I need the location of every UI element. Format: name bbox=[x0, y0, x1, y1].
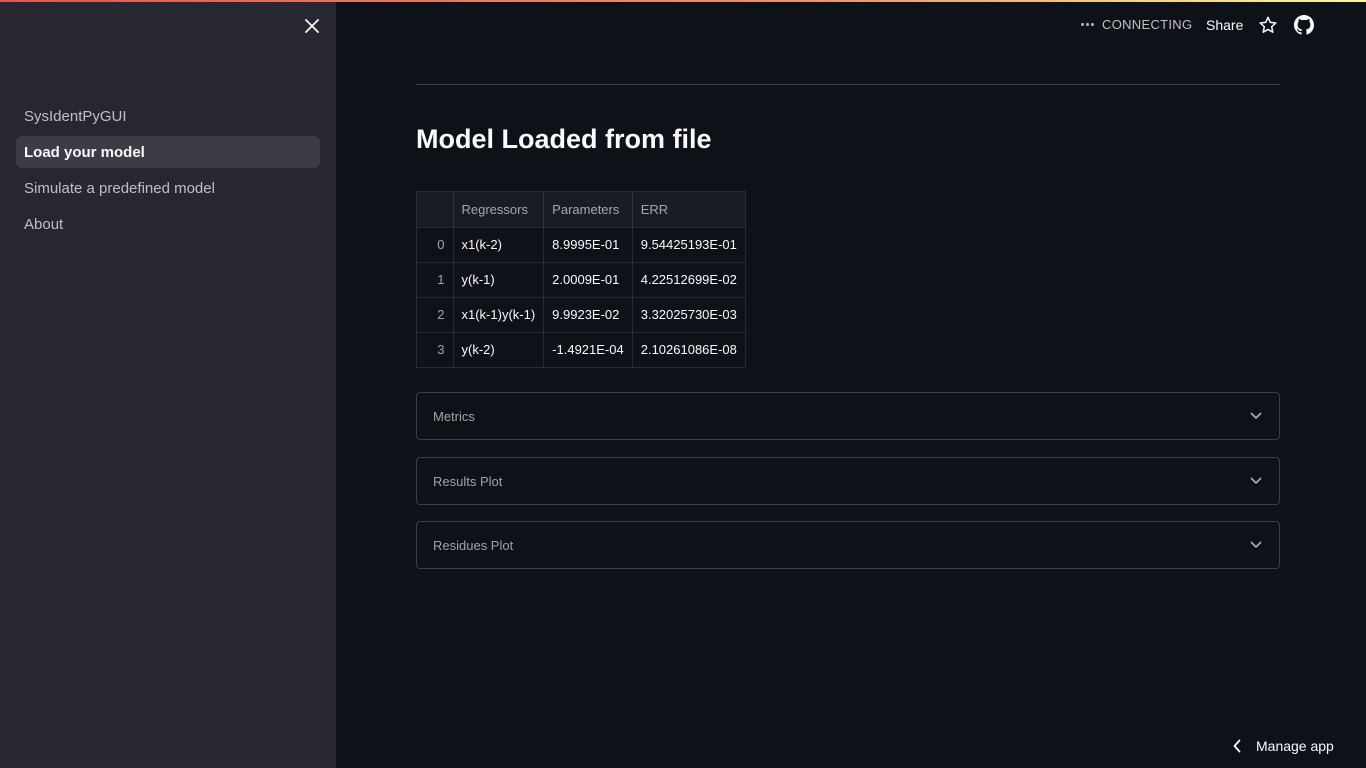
manage-app-label: Manage app bbox=[1256, 738, 1334, 754]
parameter-cell: -1.4921E-04 bbox=[543, 332, 633, 367]
chevron-down-icon bbox=[1249, 409, 1263, 423]
parameter-cell: 8.9995E-01 bbox=[543, 227, 633, 263]
connection-status-label: CONNECTING bbox=[1102, 17, 1193, 32]
chevron-down-icon bbox=[1249, 474, 1263, 488]
err-cell: 2.10261086E-08 bbox=[632, 332, 745, 367]
regressor-cell: y(k-2) bbox=[453, 332, 545, 367]
column-header-err[interactable]: ERR bbox=[632, 192, 745, 228]
loading-dots-icon bbox=[1081, 23, 1094, 26]
github-icon bbox=[1294, 15, 1314, 35]
sidebar-nav: SysIdentPyGUI Load your model Simulate a… bbox=[16, 100, 320, 244]
app-header: CONNECTING Share bbox=[336, 2, 1366, 48]
parameter-cell: 2.0009E-01 bbox=[543, 262, 633, 298]
row-index: 0 bbox=[417, 227, 454, 263]
model-table[interactable]: Regressors Parameters ERR 0 x1(k-2) 8.99… bbox=[416, 191, 746, 368]
expander-metrics[interactable]: Metrics bbox=[416, 392, 1280, 440]
connection-status: CONNECTING bbox=[1081, 17, 1192, 32]
share-button[interactable]: Share bbox=[1206, 17, 1243, 33]
star-button[interactable] bbox=[1258, 15, 1278, 35]
expander-label: Results Plot bbox=[433, 473, 503, 489]
table-header-row: Regressors Parameters ERR bbox=[417, 192, 745, 228]
table-row: 1 y(k-1) 2.0009E-01 4.22512699E-02 bbox=[417, 262, 745, 298]
star-icon bbox=[1259, 16, 1277, 33]
err-cell: 3.32025730E-03 bbox=[632, 297, 745, 333]
page-title: Model Loaded from file bbox=[416, 124, 712, 154]
divider bbox=[416, 84, 1280, 85]
table-row: 3 y(k-2) -1.4921E-04 2.10261086E-08 bbox=[417, 332, 745, 367]
table-row: 0 x1(k-2) 8.9995E-01 9.54425193E-01 bbox=[417, 227, 745, 263]
regressor-cell: x1(k-1)y(k-1) bbox=[453, 297, 545, 333]
column-header-regressors[interactable]: Regressors bbox=[453, 192, 545, 228]
expander-results-plot[interactable]: Results Plot bbox=[416, 457, 1280, 505]
manage-app-button[interactable]: Manage app bbox=[1232, 734, 1334, 758]
row-index: 3 bbox=[417, 332, 454, 367]
github-button[interactable] bbox=[1294, 15, 1314, 35]
sidebar-item-sysidentpygui[interactable]: SysIdentPyGUI bbox=[16, 100, 320, 132]
regressor-cell: x1(k-2) bbox=[453, 227, 545, 263]
expander-label: Residues Plot bbox=[433, 537, 514, 553]
chevron-left-icon bbox=[1233, 739, 1241, 753]
sidebar: SysIdentPyGUI Load your model Simulate a… bbox=[0, 0, 336, 768]
sidebar-item-about[interactable]: About bbox=[16, 208, 320, 240]
close-icon bbox=[305, 19, 319, 33]
column-header-index bbox=[417, 192, 454, 228]
regressor-cell: y(k-1) bbox=[453, 262, 545, 298]
close-sidebar-button[interactable] bbox=[300, 14, 324, 38]
row-index: 2 bbox=[417, 297, 454, 333]
table-row: 2 x1(k-1)y(k-1) 9.9923E-02 3.32025730E-0… bbox=[417, 297, 745, 333]
row-index: 1 bbox=[417, 262, 454, 298]
column-header-parameters[interactable]: Parameters bbox=[543, 192, 633, 228]
chevron-down-icon bbox=[1249, 538, 1263, 552]
top-decoration-stripe bbox=[0, 0, 1366, 2]
err-cell: 9.54425193E-01 bbox=[632, 227, 745, 263]
expander-residues-plot[interactable]: Residues Plot bbox=[416, 521, 1280, 569]
sidebar-item-simulate-predefined-model[interactable]: Simulate a predefined model bbox=[16, 172, 320, 204]
expander-label: Metrics bbox=[433, 408, 475, 424]
sidebar-item-load-your-model[interactable]: Load your model bbox=[16, 136, 320, 168]
parameter-cell: 9.9923E-02 bbox=[543, 297, 633, 333]
err-cell: 4.22512699E-02 bbox=[632, 262, 745, 298]
